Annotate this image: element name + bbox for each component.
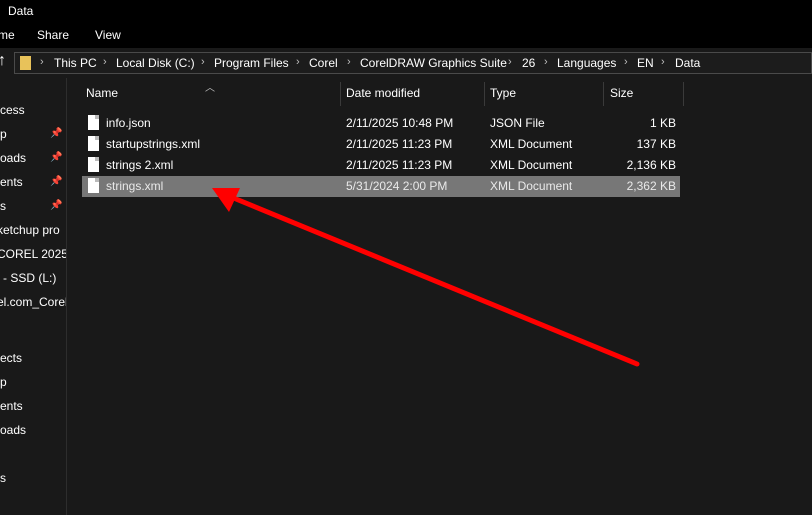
chevron-right-icon[interactable]: › bbox=[624, 56, 628, 68]
breadcrumb-data[interactable]: Data bbox=[675, 56, 700, 70]
file-date: 2/11/2025 11:23 PM bbox=[346, 137, 453, 151]
breadcrumb-en[interactable]: EN bbox=[637, 56, 654, 70]
navigation-bar: ↑ › This PC › Local Disk (C:) › Program … bbox=[0, 48, 812, 78]
nav-item-downloads-2[interactable]: oads bbox=[0, 423, 26, 437]
nav-item-label: oads bbox=[0, 151, 27, 165]
nav-item-label: ents bbox=[0, 175, 23, 189]
breadcrumb-program-files[interactable]: Program Files bbox=[214, 56, 289, 70]
nav-item-downloads[interactable]: oads bbox=[0, 151, 26, 165]
up-arrow-icon[interactable]: ↑ bbox=[0, 52, 6, 70]
nav-item-label: ects bbox=[0, 351, 23, 365]
file-row-selected[interactable]: strings.xml 5/31/2024 2:00 PM XML Docume… bbox=[82, 176, 680, 197]
chevron-right-icon[interactable]: › bbox=[544, 56, 548, 68]
column-divider[interactable] bbox=[683, 82, 684, 106]
nav-item-corel-2025[interactable]: COREL 2025 V bbox=[0, 247, 66, 261]
pin-icon: 📌 bbox=[50, 176, 63, 187]
nav-item-corel-folder[interactable]: el.com_Corel bbox=[0, 295, 66, 309]
navigation-pane: cess p 📌 oads 📌 ents 📌 s 📌 ketchup pro C… bbox=[0, 78, 66, 515]
file-size: 2,136 KB bbox=[626, 158, 676, 172]
column-header-size[interactable]: Size bbox=[610, 86, 633, 100]
file-name: strings.xml bbox=[106, 179, 164, 193]
window-title: Data bbox=[8, 4, 34, 18]
nav-item-label: s bbox=[0, 199, 6, 213]
file-name: startupstrings.xml bbox=[106, 137, 201, 151]
file-size: 137 KB bbox=[636, 137, 676, 151]
file-date: 2/11/2025 11:23 PM bbox=[346, 158, 453, 172]
column-divider[interactable] bbox=[603, 82, 604, 106]
file-date: 5/31/2024 2:00 PM bbox=[346, 179, 448, 193]
column-divider[interactable] bbox=[340, 82, 341, 106]
pin-icon: 📌 bbox=[50, 152, 63, 163]
pin-icon: 📌 bbox=[50, 200, 63, 211]
pin-icon: 📌 bbox=[50, 128, 63, 139]
nav-item-desktop[interactable]: p bbox=[0, 127, 7, 141]
file-name: info.json bbox=[106, 116, 151, 130]
file-type: JSON File bbox=[490, 116, 545, 130]
chevron-right-icon[interactable]: › bbox=[661, 56, 665, 68]
file-size: 2,362 KB bbox=[626, 179, 676, 193]
chevron-right-icon[interactable]: › bbox=[508, 56, 512, 68]
nav-item-label: el.com_Corel bbox=[0, 295, 66, 309]
nav-item-sketchup[interactable]: ketchup pro bbox=[0, 223, 60, 237]
chevron-right-icon[interactable]: › bbox=[347, 56, 351, 68]
file-type: XML Document bbox=[490, 179, 573, 193]
breadcrumb-corel[interactable]: Corel bbox=[309, 56, 338, 70]
nav-item-pictures[interactable]: s bbox=[0, 199, 6, 213]
chevron-right-icon[interactable]: › bbox=[40, 56, 44, 68]
nav-item-label: cess bbox=[0, 103, 25, 117]
pane-divider[interactable] bbox=[66, 78, 67, 515]
file-icon bbox=[88, 178, 99, 193]
breadcrumb-local-disk[interactable]: Local Disk (C:) bbox=[116, 56, 195, 70]
file-icon bbox=[88, 157, 99, 172]
breadcrumb-coreldraw-suite[interactable]: CorelDRAW Graphics Suite bbox=[360, 56, 507, 70]
chevron-right-icon[interactable]: › bbox=[296, 56, 300, 68]
file-name: strings 2.xml bbox=[106, 158, 174, 172]
nav-item-label: p bbox=[0, 375, 7, 389]
file-icon bbox=[88, 115, 99, 130]
column-divider[interactable] bbox=[484, 82, 485, 106]
nav-item-music[interactable]: s bbox=[0, 471, 6, 485]
breadcrumb-26[interactable]: 26 bbox=[522, 56, 535, 70]
nav-item-documents-2[interactable]: ents bbox=[0, 399, 23, 413]
nav-item-label: oads bbox=[0, 423, 27, 437]
sort-chevron-icon: ︿ bbox=[205, 83, 215, 94]
nav-item-label: COREL 2025 V bbox=[0, 247, 66, 261]
title-bar: Data bbox=[0, 0, 812, 22]
nav-item-ssd-drive[interactable]: l - SSD (L:) bbox=[0, 271, 56, 285]
ribbon: me Share View bbox=[0, 22, 812, 48]
nav-item-quick-access[interactable]: cess bbox=[0, 103, 25, 117]
chevron-right-icon[interactable]: › bbox=[103, 56, 107, 68]
file-size: 1 KB bbox=[649, 116, 676, 130]
file-icon bbox=[88, 136, 99, 151]
tab-home[interactable]: me bbox=[0, 28, 15, 42]
file-date: 2/11/2025 10:48 PM bbox=[346, 116, 454, 130]
tab-view[interactable]: View bbox=[95, 28, 121, 42]
nav-item-label: s bbox=[0, 471, 6, 485]
file-row[interactable]: strings 2.xml 2/11/2025 11:23 PM XML Doc… bbox=[82, 155, 680, 176]
breadcrumb-languages[interactable]: Languages bbox=[557, 56, 616, 70]
file-row[interactable]: info.json 2/11/2025 10:48 PM JSON File 1… bbox=[82, 113, 680, 134]
address-bar[interactable]: › This PC › Local Disk (C:) › Program Fi… bbox=[14, 52, 812, 74]
nav-item-label: p bbox=[0, 127, 7, 141]
nav-item-label: l - SSD (L:) bbox=[0, 271, 57, 285]
chevron-right-icon[interactable]: › bbox=[201, 56, 205, 68]
column-header-type[interactable]: Type bbox=[490, 86, 516, 100]
nav-item-desktop-2[interactable]: p bbox=[0, 375, 7, 389]
nav-item-documents[interactable]: ents bbox=[0, 175, 23, 189]
file-type: XML Document bbox=[490, 137, 573, 151]
nav-item-label: ents bbox=[0, 399, 23, 413]
breadcrumb-this-pc[interactable]: This PC bbox=[54, 56, 97, 70]
nav-item-objects[interactable]: ects bbox=[0, 351, 22, 365]
file-type: XML Document bbox=[490, 158, 573, 172]
folder-icon bbox=[20, 56, 31, 70]
column-header-date[interactable]: Date modified bbox=[346, 86, 420, 100]
tab-share[interactable]: Share bbox=[37, 28, 69, 42]
nav-item-label: ketchup pro bbox=[0, 223, 60, 237]
column-header-name[interactable]: Name bbox=[86, 86, 118, 100]
file-row[interactable]: startupstrings.xml 2/11/2025 11:23 PM XM… bbox=[82, 134, 680, 155]
arrow-shaft bbox=[233, 196, 640, 367]
